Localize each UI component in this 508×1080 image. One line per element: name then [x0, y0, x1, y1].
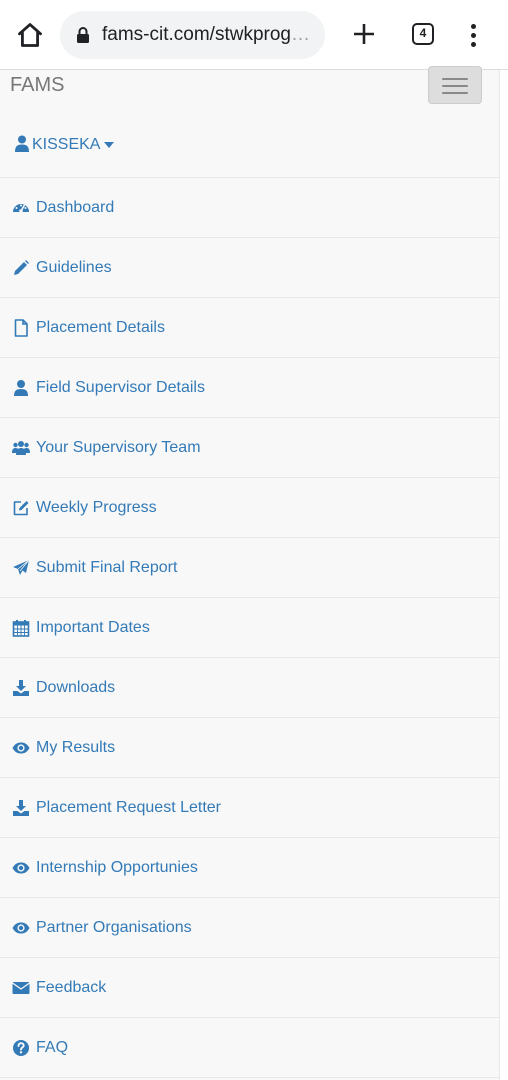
- browser-toolbar: fams-cit.com/stwkprog… 4: [0, 0, 508, 70]
- nav-item-placement-request-letter[interactable]: Placement Request Letter: [0, 778, 499, 838]
- eye-icon: [12, 742, 30, 754]
- edit-icon: [13, 501, 29, 516]
- nav-item-label: Your Supervisory Team: [36, 439, 201, 456]
- download-icon: [13, 800, 29, 816]
- nav-menu: Dashboard Guidelines Placement Details F…: [0, 178, 499, 1078]
- nav-item-label: Field Supervisor Details: [36, 379, 205, 396]
- pencil-icon: [14, 260, 29, 275]
- nav-item-label: Guidelines: [36, 259, 112, 276]
- users-icon: [12, 441, 30, 455]
- download-icon: [13, 680, 29, 696]
- nav-item-label: Feedback: [36, 979, 107, 996]
- nav-item-weekly-progress[interactable]: Weekly Progress: [0, 478, 499, 538]
- nav-item-placement-details[interactable]: Placement Details: [0, 298, 499, 358]
- nav-item-field-supervisor-details[interactable]: Field Supervisor Details: [0, 358, 499, 418]
- eye-icon: [12, 862, 30, 874]
- file-icon: [14, 319, 28, 337]
- nav-item-label: Placement Details: [36, 319, 165, 336]
- user-dropdown[interactable]: KISSEKA: [0, 120, 499, 170]
- home-icon[interactable]: [16, 21, 44, 49]
- user-icon: [15, 135, 29, 152]
- calendar-icon: [12, 620, 30, 637]
- brand[interactable]: FAMS: [10, 70, 64, 100]
- url-text: fams-cit.com/stwkprog…: [102, 24, 310, 45]
- nav-item-label: Submit Final Report: [36, 559, 178, 576]
- page-content: FAMS KISSEKA Dashboard Guidelines Placem…: [0, 66, 508, 1080]
- lock-icon: [77, 27, 89, 43]
- nav-item-label: Placement Request Letter: [36, 799, 221, 816]
- nav-item-dashboard[interactable]: Dashboard: [0, 178, 499, 238]
- eye-icon: [12, 922, 30, 934]
- nav-item-label: Downloads: [36, 679, 116, 696]
- nav-item-important-dates[interactable]: Important Dates: [0, 598, 499, 658]
- nav-item-guidelines[interactable]: Guidelines: [0, 238, 499, 298]
- caret-down-icon: [104, 142, 114, 148]
- nav-item-label: Dashboard: [36, 199, 115, 216]
- user-icon: [14, 380, 28, 396]
- nav-item-label: Important Dates: [36, 619, 150, 636]
- nav-item-downloads[interactable]: Downloads: [0, 658, 499, 718]
- nav-item-faq[interactable]: FAQ: [0, 1018, 499, 1078]
- nav-item-internship-opportunities[interactable]: Internship Opportunies: [0, 838, 499, 898]
- nav-item-my-results[interactable]: My Results: [0, 718, 499, 778]
- paper-plane-icon: [13, 559, 30, 575]
- nav-item-submit-final-report[interactable]: Submit Final Report: [0, 538, 499, 598]
- nav-item-label: Partner Organisations: [36, 919, 192, 936]
- nav-item-label: FAQ: [36, 1039, 69, 1056]
- nav-item-label: Internship Opportunies: [36, 859, 198, 876]
- nav-item-label: Weekly Progress: [36, 499, 157, 516]
- navbar: FAMS KISSEKA Dashboard Guidelines Placem…: [0, 66, 500, 1080]
- question-circle-icon: [13, 1040, 29, 1056]
- envelope-icon: [12, 982, 30, 994]
- nav-item-label: My Results: [36, 739, 116, 756]
- nav-item-supervisory-team[interactable]: Your Supervisory Team: [0, 418, 499, 478]
- address-bar[interactable]: fams-cit.com/stwkprog…: [60, 11, 325, 59]
- new-tab-icon[interactable]: [352, 22, 376, 46]
- nav-item-partner-organisations[interactable]: Partner Organisations: [0, 898, 499, 958]
- tab-count-button[interactable]: 4: [412, 23, 434, 45]
- dashboard-icon: [13, 204, 29, 213]
- user-name: KISSEKA: [32, 136, 101, 153]
- more-menu-icon[interactable]: [464, 23, 482, 47]
- navbar-toggle-button[interactable]: [428, 66, 482, 104]
- nav-item-feedback[interactable]: Feedback: [0, 958, 499, 1018]
